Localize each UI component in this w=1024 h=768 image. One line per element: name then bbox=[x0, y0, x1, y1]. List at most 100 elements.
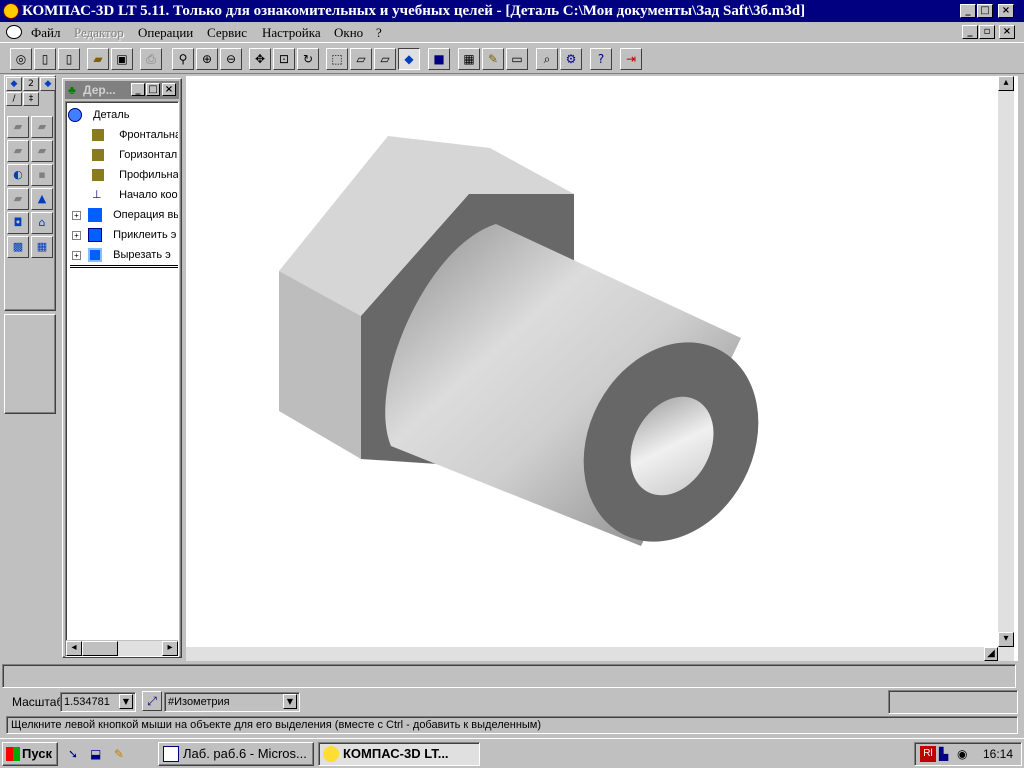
expand-icon[interactable]: + bbox=[72, 250, 81, 260]
status-strip bbox=[2, 664, 1016, 688]
new-part-icon[interactable]: ◎ bbox=[10, 48, 32, 70]
shell-icon[interactable]: ◘ bbox=[7, 212, 29, 234]
wireframe-icon[interactable]: ⬚ bbox=[326, 48, 348, 70]
viewport-hscrollbar[interactable]: ◢ bbox=[186, 647, 998, 661]
properties-icon[interactable]: ▦ bbox=[458, 48, 480, 70]
viewport-vscrollbar[interactable]: ▴ ▾ bbox=[998, 76, 1014, 661]
start-button[interactable]: Пуск bbox=[2, 742, 58, 766]
tree-item[interactable]: Профильная bbox=[92, 166, 178, 184]
minimize-button[interactable]: _ bbox=[960, 4, 976, 18]
language-indicator[interactable]: Rl bbox=[920, 746, 936, 762]
tree-item[interactable]: + Операция вы bbox=[72, 206, 178, 224]
menu-help[interactable]: ? bbox=[376, 25, 382, 41]
fillet-icon[interactable]: ▰ bbox=[7, 188, 29, 210]
menu-operations[interactable]: Операции bbox=[138, 25, 193, 41]
maximize-button[interactable]: □ bbox=[977, 4, 993, 18]
exit-icon[interactable]: ⇥ bbox=[620, 48, 642, 70]
scroll-down-icon[interactable]: ▾ bbox=[998, 632, 1014, 647]
document-icon[interactable] bbox=[6, 25, 22, 39]
scroll-right-icon[interactable]: ▸ bbox=[162, 641, 178, 656]
zoom-fit-icon[interactable]: ⊡ bbox=[273, 48, 295, 70]
open-folder-icon[interactable]: ▰ bbox=[87, 48, 109, 70]
context-help-icon[interactable]: ? bbox=[590, 48, 612, 70]
volume-icon[interactable]: ◉ bbox=[957, 746, 967, 762]
scroll-left-icon[interactable]: ◂ bbox=[66, 641, 82, 656]
perspective-icon[interactable]: ■ bbox=[428, 48, 450, 70]
quick-launch-icon[interactable]: ✎ bbox=[114, 746, 130, 762]
tree-close-button[interactable]: × bbox=[162, 83, 176, 96]
size-grip-icon[interactable]: ◢ bbox=[984, 647, 998, 661]
save-disk-icon[interactable]: ▣ bbox=[111, 48, 133, 70]
tree-item[interactable]: Горизонталь bbox=[92, 146, 178, 164]
tree-item[interactable]: Фронтальна bbox=[92, 126, 178, 144]
tree-hscrollbar[interactable]: ◂ ▸ bbox=[66, 640, 178, 656]
cut-extrude-icon[interactable]: ◐ bbox=[7, 164, 29, 186]
rotate-icon[interactable]: ↻ bbox=[297, 48, 319, 70]
word-icon bbox=[163, 746, 179, 762]
model-render[interactable] bbox=[186, 76, 998, 661]
mass-properties-icon[interactable]: ⚙ bbox=[560, 48, 582, 70]
new-sheet-icon[interactable]: ▯ bbox=[58, 48, 80, 70]
menu-settings[interactable]: Настройка bbox=[262, 25, 321, 41]
view-dropdown-icon[interactable]: ▼ bbox=[283, 694, 297, 709]
quick-launch-icon[interactable]: ➘ bbox=[68, 746, 84, 762]
quick-launch-icon[interactable]: ⬓ bbox=[90, 746, 106, 762]
close-button[interactable]: × bbox=[998, 4, 1014, 18]
tree-item[interactable]: ⊥ Начало коор bbox=[92, 186, 178, 204]
view-field[interactable]: #Изометрия ▼ bbox=[164, 692, 300, 712]
tab-2d-icon[interactable]: 2 bbox=[23, 77, 39, 91]
orientation-icon[interactable]: ⤢ bbox=[142, 691, 162, 711]
tree-minimize-button[interactable]: _ bbox=[131, 83, 145, 96]
chamfer-icon[interactable]: ▲ bbox=[31, 188, 53, 210]
kinematic-icon[interactable]: ▰ bbox=[7, 140, 29, 162]
tree-maximize-button[interactable]: □ bbox=[146, 83, 160, 96]
shaded-view-icon[interactable]: ◆ bbox=[398, 48, 420, 70]
task-button-active[interactable]: КОМПАС-3D LT... bbox=[318, 742, 480, 766]
menu-service[interactable]: Сервис bbox=[207, 25, 247, 41]
menu-file[interactable]: Файл bbox=[31, 25, 61, 41]
zoom-window-icon[interactable]: ⚲ bbox=[172, 48, 194, 70]
doc-close-button[interactable]: × bbox=[999, 25, 1015, 39]
pan-icon[interactable]: ✥ bbox=[249, 48, 271, 70]
rotate-body-icon[interactable]: ▰ bbox=[31, 116, 53, 138]
origin-icon: ⊥ bbox=[92, 189, 102, 202]
doc-minimize-button[interactable]: _ bbox=[962, 25, 978, 39]
model-viewport[interactable] bbox=[186, 76, 1018, 661]
print-preview-icon[interactable]: ⎙ bbox=[140, 48, 162, 70]
kompas-icon bbox=[323, 746, 339, 762]
zoom-in-icon[interactable]: ⊕ bbox=[196, 48, 218, 70]
tree-item[interactable]: Деталь bbox=[68, 106, 129, 124]
hidden-lines-icon[interactable]: ▱ bbox=[350, 48, 372, 70]
tab-edit-icon[interactable]: ◆ bbox=[40, 77, 56, 91]
cut-rotate-icon[interactable]: ▪ bbox=[31, 164, 53, 186]
incline-icon[interactable]: ⌂ bbox=[31, 212, 53, 234]
loft-icon[interactable]: ▰ bbox=[31, 140, 53, 162]
array-icon[interactable]: ▦ bbox=[31, 236, 53, 258]
expand-icon[interactable]: + bbox=[72, 230, 81, 240]
doc-restore-button[interactable]: ▫ bbox=[979, 25, 995, 39]
menu-editor[interactable]: Редактор bbox=[74, 25, 124, 41]
scroll-thumb[interactable] bbox=[82, 641, 118, 656]
zoom-out-icon[interactable]: ⊖ bbox=[220, 48, 242, 70]
tree-item-label: Деталь bbox=[93, 109, 130, 121]
tab-sketch-icon[interactable]: / bbox=[6, 92, 22, 106]
extrude-icon[interactable]: ▰ bbox=[7, 116, 29, 138]
expand-icon[interactable]: + bbox=[72, 210, 81, 220]
scroll-up-icon[interactable]: ▴ bbox=[998, 76, 1014, 91]
edit-icon[interactable]: ✎ bbox=[482, 48, 504, 70]
tree-item[interactable]: + Вырезать э bbox=[72, 246, 171, 264]
menu-window[interactable]: Окно bbox=[334, 25, 363, 41]
hidden-thin-icon[interactable]: ▱ bbox=[374, 48, 396, 70]
sketch-icon[interactable]: ▭ bbox=[506, 48, 528, 70]
task-button[interactable]: Лаб. раб.6 - Micros... bbox=[158, 742, 314, 766]
new-document-icon[interactable]: ▯ bbox=[34, 48, 56, 70]
network-icon[interactable]: ▙ bbox=[939, 746, 948, 762]
measure-icon[interactable]: ⌕ bbox=[536, 48, 558, 70]
scale-dropdown-icon[interactable]: ▼ bbox=[119, 694, 133, 709]
tab-dimension-icon[interactable]: ‡ bbox=[23, 92, 39, 106]
tree-item[interactable]: + Приклеить э bbox=[72, 226, 176, 244]
tab-3d-ops-icon[interactable]: ◆ bbox=[6, 77, 22, 91]
scale-field[interactable]: 1.534781 ▼ bbox=[60, 692, 136, 712]
plane-icon bbox=[92, 129, 104, 142]
rib-icon[interactable]: ▩ bbox=[7, 236, 29, 258]
